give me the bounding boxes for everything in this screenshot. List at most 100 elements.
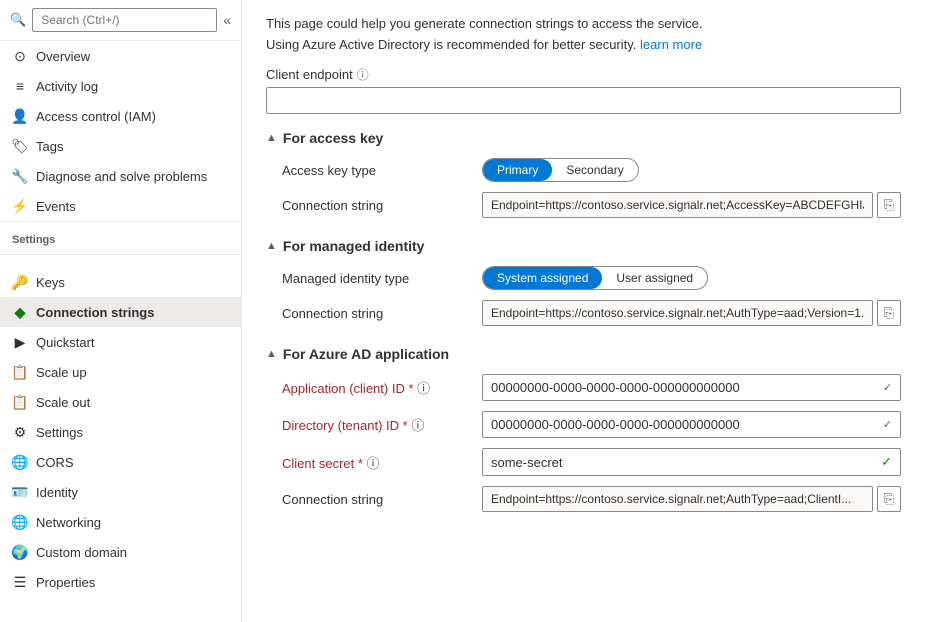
access-key-type-label: Access key type <box>282 163 482 178</box>
dir-id-chevron-icon: ✓ <box>883 418 892 431</box>
access-key-conn-input[interactable] <box>482 192 873 218</box>
sidebar-item-networking[interactable]: 🌐 Networking <box>0 507 241 537</box>
access-key-header[interactable]: ▲ For access key <box>266 130 901 146</box>
primary-button[interactable]: Primary <box>483 159 552 181</box>
sidebar-item-label: Tags <box>36 139 63 154</box>
sidebar-item-label: Events <box>36 199 76 214</box>
learn-more-link[interactable]: learn more <box>640 37 702 52</box>
settings-icon: ⚙ <box>12 424 28 440</box>
sidebar-item-settings[interactable]: ⚙ Settings <box>0 417 241 447</box>
sidebar-item-label: Activity log <box>36 79 98 94</box>
azure-ad-copy-button[interactable]: ⎘ <box>877 486 901 512</box>
dir-id-input[interactable] <box>491 417 883 432</box>
networking-icon: 🌐 <box>12 514 28 530</box>
managed-identity-copy-button[interactable]: ⎘ <box>877 300 901 326</box>
settings-divider <box>0 254 241 255</box>
sidebar-item-keys[interactable]: 🔑 Keys <box>0 267 241 297</box>
access-control-icon: 👤 <box>12 108 28 124</box>
client-secret-content: ✓ <box>482 448 901 476</box>
azure-ad-conn-content: ⎘ <box>482 486 901 512</box>
client-secret-input[interactable] <box>491 455 881 470</box>
properties-icon: ☰ <box>12 574 28 590</box>
activity-log-icon: ≡ <box>12 78 28 94</box>
sidebar-item-label: Connection strings <box>36 305 154 320</box>
identity-icon: 🪪 <box>12 484 28 500</box>
search-icon: 🔍 <box>10 12 26 28</box>
access-key-copy-button[interactable]: ⎘ <box>877 192 901 218</box>
client-endpoint-group: Client endpoint ⓘ <box>266 66 901 114</box>
sidebar-item-label: Overview <box>36 49 90 64</box>
sidebar-item-connection-strings[interactable]: ◆ Connection strings <box>0 297 241 327</box>
sidebar-item-activity-log[interactable]: ≡ Activity log <box>0 71 241 101</box>
overview-icon: ⊙ <box>12 48 28 64</box>
client-secret-row: Client secret * ⓘ ✓ <box>266 448 901 476</box>
sidebar-item-label: Scale up <box>36 365 87 380</box>
azure-ad-section: ▲ For Azure AD application Application (… <box>266 346 901 512</box>
dir-id-label: Directory (tenant) ID * ⓘ <box>282 415 482 434</box>
dir-id-row: Directory (tenant) ID * ⓘ ✓ <box>266 411 901 438</box>
azure-ad-conn-row: Connection string ⎘ <box>266 486 901 512</box>
azure-ad-header[interactable]: ▲ For Azure AD application <box>266 346 901 362</box>
sidebar-item-tags[interactable]: 🏷 Tags <box>0 131 241 161</box>
azure-ad-title: For Azure AD application <box>283 346 449 362</box>
client-endpoint-input[interactable] <box>266 87 901 114</box>
access-key-type-content: Primary Secondary <box>482 158 901 182</box>
sidebar-item-events[interactable]: ⚡ Events <box>0 191 241 221</box>
client-secret-check-icon: ✓ <box>881 454 892 470</box>
search-input[interactable] <box>32 8 217 32</box>
access-key-conn-row: Connection string ⎘ <box>266 192 901 218</box>
secondary-button[interactable]: Secondary <box>552 159 637 181</box>
client-secret-label: Client secret * ⓘ <box>282 453 482 472</box>
settings-section-label: Settings <box>0 221 241 250</box>
user-assigned-button[interactable]: User assigned <box>602 267 707 289</box>
managed-identity-type-row: Managed identity type System assigned Us… <box>266 266 901 290</box>
sidebar-item-scale-out[interactable]: 📋 Scale out <box>0 387 241 417</box>
sidebar-item-label: Properties <box>36 575 95 590</box>
main-content: This page could help you generate connec… <box>242 0 925 622</box>
client-secret-info-icon[interactable]: ⓘ <box>367 456 380 471</box>
sidebar-item-label: Custom domain <box>36 545 127 560</box>
managed-identity-type-content: System assigned User assigned <box>482 266 901 290</box>
sidebar-item-label: Quickstart <box>36 335 95 350</box>
app-id-input[interactable] <box>491 380 883 395</box>
aad-hint: Using Azure Active Directory is recommen… <box>266 37 901 52</box>
sidebar-item-diagnose[interactable]: 🔧 Diagnose and solve problems <box>0 161 241 191</box>
dir-id-info-icon[interactable]: ⓘ <box>411 418 424 433</box>
app-id-info-icon[interactable]: ⓘ <box>417 381 430 396</box>
dir-id-dropdown: ✓ <box>482 411 901 438</box>
access-key-conn-label: Connection string <box>282 198 482 213</box>
sidebar-item-access-control[interactable]: 👤 Access control (IAM) <box>0 101 241 131</box>
azure-ad-conn-input[interactable] <box>482 486 873 512</box>
system-assigned-button[interactable]: System assigned <box>483 267 602 289</box>
scale-up-icon: 📋 <box>12 364 28 380</box>
client-endpoint-info-icon[interactable]: ⓘ <box>357 66 369 83</box>
sidebar-item-overview[interactable]: ⊙ Overview <box>0 41 241 71</box>
dir-id-content: ✓ <box>482 411 901 438</box>
cors-icon: 🌐 <box>12 454 28 470</box>
sidebar-item-label: Scale out <box>36 395 90 410</box>
collapse-sidebar-button[interactable]: « <box>223 12 231 28</box>
access-key-toggle-group: Primary Secondary <box>482 158 639 182</box>
sidebar-item-identity[interactable]: 🪪 Identity <box>0 477 241 507</box>
app-id-label: Application (client) ID * ⓘ <box>282 378 482 397</box>
managed-identity-conn-row: Connection string ⎘ <box>266 300 901 326</box>
managed-identity-conn-input[interactable] <box>482 300 873 326</box>
connection-strings-icon: ◆ <box>12 304 28 320</box>
sidebar-item-properties[interactable]: ☰ Properties <box>0 567 241 597</box>
managed-identity-chevron-icon: ▲ <box>266 240 277 252</box>
managed-identity-header[interactable]: ▲ For managed identity <box>266 238 901 254</box>
sidebar-item-label: Settings <box>36 425 83 440</box>
sidebar-item-label: Identity <box>36 485 78 500</box>
client-endpoint-label: Client endpoint ⓘ <box>266 66 901 83</box>
app-id-row: Application (client) ID * ⓘ ✓ <box>266 374 901 401</box>
app-id-chevron-icon: ✓ <box>883 381 892 394</box>
client-secret-dropdown: ✓ <box>482 448 901 476</box>
settings-nav-items: 🔑 Keys ◆ Connection strings ▶ Quickstart… <box>0 267 241 597</box>
azure-ad-conn-label: Connection string <box>282 492 482 507</box>
managed-identity-section: ▲ For managed identity Managed identity … <box>266 238 901 326</box>
sidebar-item-quickstart[interactable]: ▶ Quickstart <box>0 327 241 357</box>
sidebar-item-custom-domain[interactable]: 🌍 Custom domain <box>0 537 241 567</box>
sidebar-item-cors[interactable]: 🌐 CORS <box>0 447 241 477</box>
managed-identity-type-label: Managed identity type <box>282 271 482 286</box>
sidebar-item-scale-up[interactable]: 📋 Scale up <box>0 357 241 387</box>
